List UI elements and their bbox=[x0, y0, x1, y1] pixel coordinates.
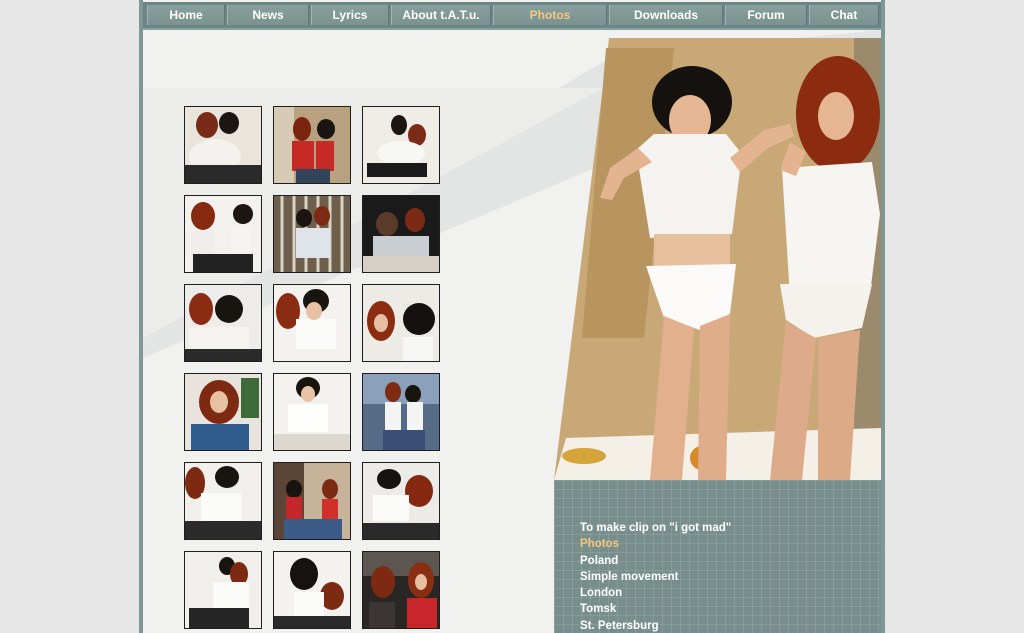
thumbnail-8[interactable] bbox=[273, 284, 351, 362]
thumbnail-16[interactable] bbox=[184, 551, 262, 629]
thumbnail-7[interactable] bbox=[184, 284, 262, 362]
nav-chat-link[interactable]: Chat bbox=[809, 5, 879, 25]
nav-news-link[interactable]: News bbox=[227, 5, 309, 25]
album-link-photos[interactable]: Photos bbox=[580, 536, 731, 552]
thumbnail-2[interactable] bbox=[273, 106, 351, 184]
thumbnail-4[interactable] bbox=[184, 195, 262, 273]
album-menu-list: To make clip on "i got mad" Photos Polan… bbox=[580, 520, 731, 633]
site-frame: Home News Lyrics About t.A.T.u. Photos D… bbox=[139, 0, 885, 633]
nav-photos-link[interactable]: Photos bbox=[493, 5, 607, 25]
album-menu-panel: To make clip on "i got mad" Photos Polan… bbox=[554, 480, 881, 633]
thumbnail-14[interactable] bbox=[273, 462, 351, 540]
thumbnail-5[interactable] bbox=[273, 195, 351, 273]
album-link-st-petersburg[interactable]: St. Petersburg bbox=[580, 618, 731, 633]
featured-photo[interactable] bbox=[554, 38, 881, 480]
thumbnail-15[interactable] bbox=[362, 462, 440, 540]
album-link-london[interactable]: London bbox=[580, 585, 731, 601]
album-link-poland[interactable]: Poland bbox=[580, 553, 731, 569]
thumbnail-10[interactable] bbox=[184, 373, 262, 451]
thumbnail-1[interactable] bbox=[184, 106, 262, 184]
album-link-simple-movement[interactable]: Simple movement bbox=[580, 569, 731, 585]
album-link-tomsk[interactable]: Tomsk bbox=[580, 601, 731, 617]
nav-about-link[interactable]: About t.A.T.u. bbox=[391, 5, 491, 25]
nav-lyrics-link[interactable]: Lyrics bbox=[311, 5, 389, 25]
nav-forum-link[interactable]: Forum bbox=[725, 5, 807, 25]
thumbnail-9[interactable] bbox=[362, 284, 440, 362]
thumbnail-11[interactable] bbox=[273, 373, 351, 451]
album-link-clip-i-got-mad[interactable]: To make clip on "i got mad" bbox=[580, 520, 731, 536]
thumbnail-17[interactable] bbox=[273, 551, 351, 629]
thumbnail-12[interactable] bbox=[362, 373, 440, 451]
nav-home-link[interactable]: Home bbox=[147, 5, 225, 25]
thumbnail-13[interactable] bbox=[184, 462, 262, 540]
nav-downloads-link[interactable]: Downloads bbox=[609, 5, 723, 25]
thumbnail-6[interactable] bbox=[362, 195, 440, 273]
thumbnail-3[interactable] bbox=[362, 106, 440, 184]
thumbnail-18[interactable] bbox=[362, 551, 440, 629]
top-navigation: Home News Lyrics About t.A.T.u. Photos D… bbox=[143, 2, 881, 30]
